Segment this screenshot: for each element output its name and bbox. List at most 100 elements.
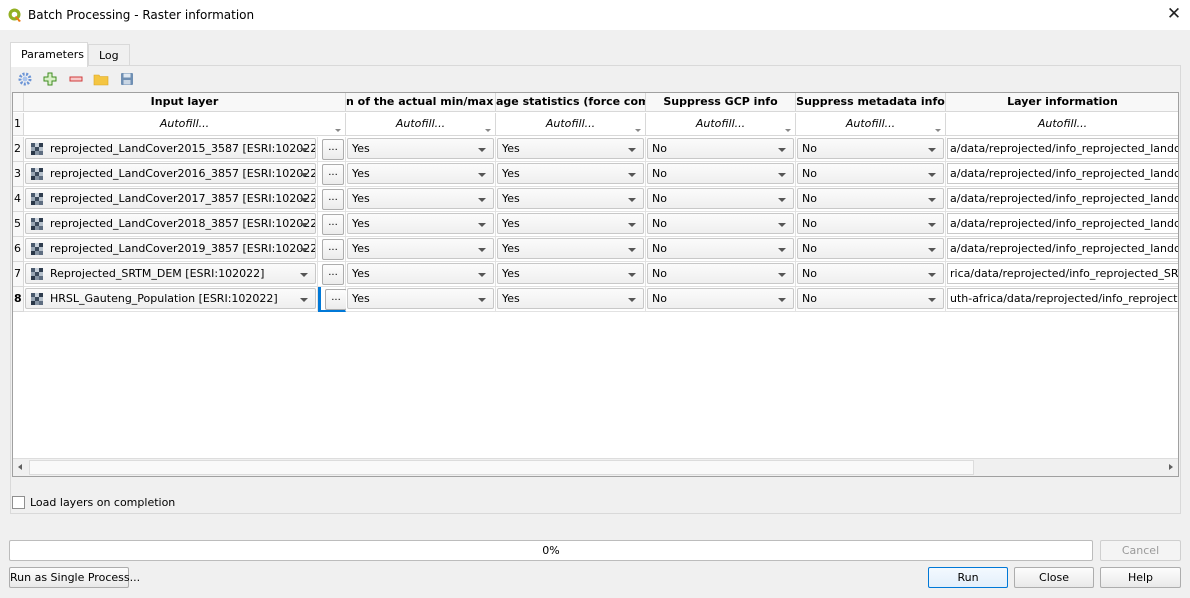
- row-header-1[interactable]: 1: [13, 113, 24, 136]
- stats-combo[interactable]: Yes: [497, 138, 644, 159]
- stats-combo[interactable]: Yes: [497, 213, 644, 234]
- layer-information-input[interactable]: а/data/reprojected/info_reprojected_land…: [947, 238, 1178, 259]
- input-layer-combo[interactable]: reprojected_LandCover2019_3857 [ESRI:102…: [25, 238, 316, 259]
- gcp-combo[interactable]: No: [647, 213, 794, 234]
- input-layer-combo[interactable]: HRSL_Gauteng_Population [ESRI:102022]: [25, 288, 316, 309]
- autofill-input-layer[interactable]: Autofill...: [24, 113, 346, 136]
- gcp-combo[interactable]: No: [647, 288, 794, 309]
- tab-parameters[interactable]: Parameters: [10, 42, 88, 67]
- metadata-combo[interactable]: No: [797, 238, 944, 259]
- minmax-combo[interactable]: Yes: [347, 288, 494, 309]
- tab-log[interactable]: Log: [88, 44, 130, 66]
- minmax-combo[interactable]: Yes: [347, 188, 494, 209]
- autofill-minmax[interactable]: Autofill...: [346, 113, 496, 136]
- column-header-input-layer[interactable]: Input layer: [24, 93, 346, 112]
- gcp-combo[interactable]: No: [647, 138, 794, 159]
- raster-layer-icon: [31, 143, 43, 155]
- metadata-combo[interactable]: No: [797, 213, 944, 234]
- metadata-combo[interactable]: No: [797, 188, 944, 209]
- minmax-combo[interactable]: Yes: [347, 238, 494, 259]
- scroll-right-button[interactable]: [1162, 459, 1178, 476]
- gcp-combo[interactable]: No: [647, 263, 794, 284]
- metadata-combo[interactable]: No: [797, 138, 944, 159]
- row-header[interactable]: 8: [13, 287, 24, 312]
- open-button[interactable]: [91, 69, 111, 89]
- minmax-value: Yes: [352, 242, 370, 255]
- autofill-suppress-metadata[interactable]: Autofill...: [796, 113, 946, 136]
- layer-information-input[interactable]: а/data/reprojected/info_reprojected_land…: [947, 138, 1178, 159]
- column-header-minmax[interactable]: n of the actual min/max va: [346, 93, 496, 112]
- run-as-single-process-button[interactable]: Run as Single Process...: [9, 567, 140, 588]
- chevron-down-icon: [928, 298, 936, 302]
- row-header[interactable]: 2: [13, 137, 24, 162]
- chevron-down-icon: [478, 298, 486, 302]
- autofill-arrow-icon: [935, 129, 941, 132]
- remove-row-button[interactable]: [66, 69, 86, 89]
- stats-combo[interactable]: Yes: [497, 163, 644, 184]
- row-header[interactable]: 4: [13, 187, 24, 212]
- input-layer-combo[interactable]: reprojected_LandCover2018_3857 [ESRI:102…: [25, 213, 316, 234]
- raster-layer-icon: [31, 293, 43, 305]
- layer-information-input[interactable]: а/data/reprojected/info_reprojected_land…: [947, 188, 1178, 209]
- metadata-combo[interactable]: No: [797, 163, 944, 184]
- column-header-statistics[interactable]: age statistics (force compu: [496, 93, 646, 112]
- gcp-cell: No: [646, 237, 796, 262]
- autofill-statistics[interactable]: Autofill...: [496, 113, 646, 136]
- metadata-combo[interactable]: No: [797, 263, 944, 284]
- gcp-combo[interactable]: No: [647, 163, 794, 184]
- minmax-cell: Yes: [346, 212, 496, 237]
- layer-information-input[interactable]: а/data/reprojected/info_reprojected_land…: [947, 213, 1178, 234]
- stats-combo[interactable]: Yes: [497, 288, 644, 309]
- chevron-down-icon: [928, 148, 936, 152]
- row-header[interactable]: 5: [13, 212, 24, 237]
- close-button[interactable]: Close: [1014, 567, 1094, 588]
- browse-button[interactable]: ...: [322, 189, 344, 210]
- gcp-combo[interactable]: No: [647, 188, 794, 209]
- gcp-cell: No: [646, 162, 796, 187]
- minmax-combo[interactable]: Yes: [347, 163, 494, 184]
- browse-button[interactable]: ...: [322, 264, 344, 285]
- metadata-combo[interactable]: No: [797, 288, 944, 309]
- row-header[interactable]: 3: [13, 162, 24, 187]
- horizontal-scrollbar[interactable]: [13, 458, 1178, 476]
- browse-button[interactable]: ...: [325, 289, 347, 310]
- row-header[interactable]: 7: [13, 262, 24, 287]
- browse-button[interactable]: ...: [322, 239, 344, 260]
- close-icon[interactable]: ✕: [1164, 4, 1184, 24]
- minmax-combo[interactable]: Yes: [347, 263, 494, 284]
- autofill-layer-information[interactable]: Autofill...: [946, 113, 1178, 136]
- scrollbar-thumb[interactable]: [29, 460, 974, 475]
- browse-button[interactable]: ...: [322, 139, 344, 160]
- column-header-suppress-metadata[interactable]: Suppress metadata info: [796, 93, 946, 112]
- open-folder-icon: [93, 74, 109, 86]
- minmax-combo[interactable]: Yes: [347, 138, 494, 159]
- input-layer-combo[interactable]: reprojected_LandCover2015_3587 [ESRI:102…: [25, 138, 316, 159]
- input-layer-combo[interactable]: reprojected_LandCover2017_3857 [ESRI:102…: [25, 188, 316, 209]
- browse-button[interactable]: ...: [322, 164, 344, 185]
- input-layer-combo[interactable]: reprojected_LandCover2016_3857 [ESRI:102…: [25, 163, 316, 184]
- advanced-settings-button[interactable]: [15, 69, 35, 89]
- checkbox-box[interactable]: [12, 496, 25, 509]
- cancel-button[interactable]: Cancel: [1100, 540, 1181, 561]
- help-button[interactable]: Help: [1100, 567, 1181, 588]
- minmax-combo[interactable]: Yes: [347, 213, 494, 234]
- stats-combo[interactable]: Yes: [497, 238, 644, 259]
- input-layer-combo[interactable]: Reprojected_SRTM_DEM [ESRI:102022]: [25, 263, 316, 284]
- layer-information-input[interactable]: а/data/reprojected/info_reprojected_land…: [947, 163, 1178, 184]
- layer-information-input[interactable]: rica/data/reprojected/info_reprojected_S…: [947, 263, 1178, 284]
- autofill-suppress-gcp[interactable]: Autofill...: [646, 113, 796, 136]
- scroll-left-button[interactable]: [13, 459, 29, 476]
- autofill-label: Autofill...: [159, 117, 210, 130]
- gcp-combo[interactable]: No: [647, 238, 794, 259]
- stats-combo[interactable]: Yes: [497, 188, 644, 209]
- save-button[interactable]: [117, 69, 137, 89]
- browse-button[interactable]: ...: [322, 214, 344, 235]
- stats-combo[interactable]: Yes: [497, 263, 644, 284]
- add-row-button[interactable]: [40, 69, 60, 89]
- run-button[interactable]: Run: [928, 567, 1008, 588]
- column-header-layer-information[interactable]: Layer information: [946, 93, 1178, 112]
- row-header[interactable]: 6: [13, 237, 24, 262]
- column-header-suppress-gcp[interactable]: Suppress GCP info: [646, 93, 796, 112]
- input-layer-value: reprojected_LandCover2017_3857 [ESRI:102…: [50, 192, 316, 205]
- layer-information-input[interactable]: uth-africa/data/reprojected/info_reproje…: [947, 288, 1178, 309]
